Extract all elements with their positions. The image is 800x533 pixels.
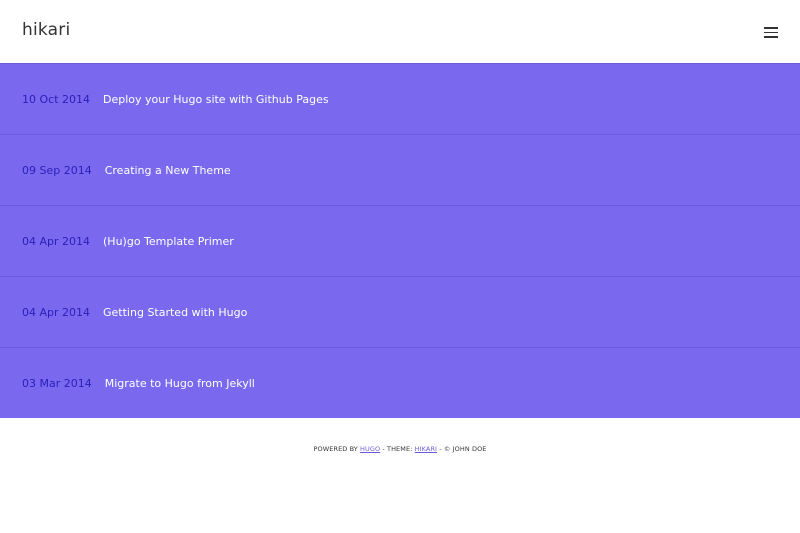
- post-title-link[interactable]: Deploy your Hugo site with Github Pages: [103, 93, 329, 106]
- menu-line: [764, 31, 778, 33]
- menu-line: [764, 27, 778, 29]
- post-title-link[interactable]: Creating a New Theme: [105, 164, 231, 177]
- footer-copyright: - © JOHN DOE: [437, 445, 487, 453]
- post-list: 10 Oct 2014 Deploy your Hugo site with G…: [0, 64, 800, 418]
- post-item[interactable]: 03 Mar 2014 Migrate to Hugo from Jekyll: [0, 348, 800, 418]
- post-item[interactable]: 09 Sep 2014 Creating a New Theme: [0, 135, 800, 206]
- footer-theme-link[interactable]: HIKARI: [415, 445, 437, 453]
- post-title-link[interactable]: (Hu)go Template Primer: [103, 235, 234, 248]
- hamburger-menu-icon[interactable]: [764, 25, 780, 39]
- post-date: 10 Oct 2014: [22, 92, 91, 106]
- site-header: hikari: [0, 0, 800, 64]
- site-brand-link[interactable]: hikari: [22, 20, 70, 40]
- post-item[interactable]: 10 Oct 2014 Deploy your Hugo site with G…: [0, 64, 800, 135]
- post-item[interactable]: 04 Apr 2014 (Hu)go Template Primer: [0, 206, 800, 277]
- post-date: 04 Apr 2014: [22, 234, 91, 248]
- post-title-link[interactable]: Getting Started with Hugo: [103, 306, 247, 319]
- footer-theme-label: - THEME:: [380, 445, 415, 453]
- post-item[interactable]: 04 Apr 2014 Getting Started with Hugo: [0, 277, 800, 348]
- site-footer: POWERED BY HUGO - THEME: HIKARI - © JOHN…: [0, 445, 800, 453]
- post-date: 09 Sep 2014: [22, 163, 92, 177]
- footer-hugo-link[interactable]: HUGO: [360, 445, 380, 453]
- post-date: 04 Apr 2014: [22, 305, 91, 319]
- post-date: 03 Mar 2014: [22, 376, 92, 390]
- footer-powered-by: POWERED BY: [313, 445, 358, 453]
- post-title-link[interactable]: Migrate to Hugo from Jekyll: [105, 377, 255, 390]
- menu-line: [764, 36, 778, 38]
